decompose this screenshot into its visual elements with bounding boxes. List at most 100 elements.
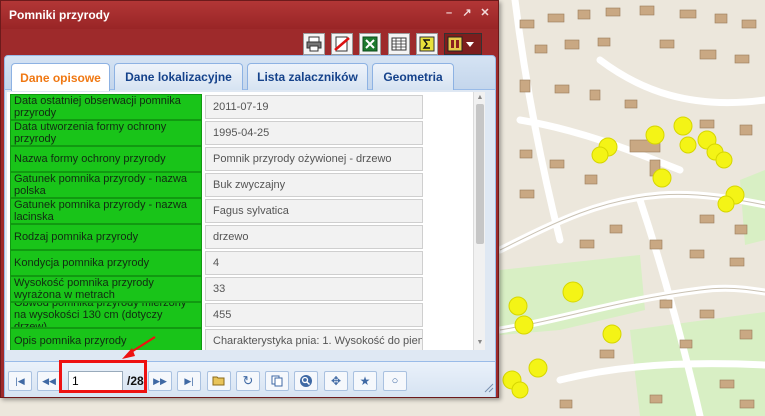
first-page-button[interactable]: |◀ xyxy=(8,371,32,391)
refresh-icon: ↻ xyxy=(242,373,254,388)
scroll-up-icon[interactable]: ▲ xyxy=(476,94,484,102)
attribute-row: Data ostatniej obserwacji pomnika przyro… xyxy=(7,94,471,120)
attribute-label: Gatunek pomnika przyrody - nazwa lacinsk… xyxy=(10,198,202,224)
annotation-arrow-icon xyxy=(122,336,156,359)
attribute-window: Pomniki przyrody – ↗ ✕ Dane opisowe Dane… xyxy=(0,0,499,398)
attribute-row: Obwód pomnika przyrody mierzony na wysok… xyxy=(7,302,471,328)
attribute-label: Data ostatniej obserwacji pomnika przyro… xyxy=(10,94,202,120)
tab-panel: Dane opisowe Dane lokalizacyjne Lista za… xyxy=(4,55,496,397)
copy-button[interactable] xyxy=(265,371,289,391)
attribute-row: Kondycja pomnika przyrody 4 xyxy=(7,250,471,276)
attribute-value[interactable]: Fagus sylvatica xyxy=(205,199,423,223)
tab-label: Lista zalaczników xyxy=(257,70,358,84)
attribute-label: Data utworzenia formy ochrony przyrody xyxy=(10,120,202,146)
attribute-label: Wysokość pomnika przyrody wyrażona w met… xyxy=(10,276,202,302)
scroll-thumb[interactable] xyxy=(476,104,484,244)
attribute-value[interactable]: Pomnik przyrody ożywionej - drzewo xyxy=(205,147,423,171)
map-marker xyxy=(717,195,735,213)
map-marker xyxy=(645,125,665,145)
export-pdf-icon xyxy=(334,36,350,52)
favorite-button[interactable]: ★ xyxy=(353,371,377,391)
print-button[interactable] xyxy=(303,33,325,55)
tab-dane-lokalizacyjne[interactable]: Dane lokalizacyjne xyxy=(114,63,243,90)
zoom-to-icon xyxy=(300,375,312,387)
attribute-row: Gatunek pomnika przyrody - nazwa polska … xyxy=(7,172,471,198)
attribute-label: Rodzaj pomnika przyrody xyxy=(10,224,202,250)
print-icon xyxy=(306,36,322,52)
refresh-button[interactable]: ↻ xyxy=(236,371,260,391)
tab-label: Dane opisowe xyxy=(20,70,101,85)
map-marker xyxy=(562,281,584,303)
map-marker xyxy=(679,136,697,154)
minimize-icon[interactable]: – xyxy=(442,6,456,20)
tab-dane-opisowe[interactable]: Dane opisowe xyxy=(11,63,110,91)
zoom-to-button[interactable] xyxy=(294,371,318,391)
last-page-button[interactable]: ▶| xyxy=(177,371,201,391)
map-marker xyxy=(508,296,528,316)
attribute-row: Rodzaj pomnika przyrody drzewo xyxy=(7,224,471,250)
tab-strip: Dane opisowe Dane lokalizacyjne Lista za… xyxy=(5,56,495,91)
attribute-value[interactable]: Charakterystyka pnia: 1. Wysokość do pie… xyxy=(205,329,423,350)
map-marker xyxy=(652,168,672,188)
restore-icon[interactable]: ↗ xyxy=(460,6,474,20)
sum-button[interactable] xyxy=(416,33,438,55)
scroll-down-icon[interactable]: ▼ xyxy=(476,339,484,347)
sum-icon xyxy=(419,36,435,52)
attribute-value[interactable]: 1995-04-25 xyxy=(205,121,423,145)
map-marker xyxy=(673,116,693,136)
tab-lista-zalacznikow[interactable]: Lista zalaczników xyxy=(247,63,368,90)
attribute-value[interactable]: Buk zwyczajny xyxy=(205,173,423,197)
attribute-label: Opis pomnika przyrody xyxy=(10,328,202,350)
grid-scrollbar[interactable]: ▲ ▼ xyxy=(473,92,485,350)
pan-button[interactable]: ✥ xyxy=(324,371,348,391)
excel-export-button[interactable] xyxy=(359,33,381,55)
attribute-value[interactable]: 455 xyxy=(205,303,423,327)
attribute-label: Gatunek pomnika przyrody - nazwa polska xyxy=(10,172,202,198)
attribute-value[interactable]: 4 xyxy=(205,251,423,275)
tab-label: Geometria xyxy=(383,70,443,84)
attribute-grid[interactable]: Data ostatniej obserwacji pomnika przyro… xyxy=(7,92,485,350)
close-icon[interactable]: ✕ xyxy=(478,6,492,20)
attribute-label: Nazwa formy ochrony przyrody xyxy=(10,146,202,172)
window-titlebar[interactable]: Pomniki przyrody – ↗ ✕ xyxy=(1,1,498,29)
page-number-input[interactable] xyxy=(68,371,123,391)
window-title: Pomniki przyrody xyxy=(9,8,110,22)
circle-select-button[interactable]: ○ xyxy=(383,371,407,391)
map-marker xyxy=(514,315,534,335)
attribute-row: Wysokość pomnika przyrody wyrażona w met… xyxy=(7,276,471,302)
resize-grip-icon[interactable] xyxy=(484,383,494,393)
column-chooser-icon xyxy=(447,36,474,52)
map-marker xyxy=(591,146,609,164)
map-marker xyxy=(715,151,733,169)
attribute-row: Opis pomnika przyrody Charakterystyka pn… xyxy=(7,328,471,350)
attribute-value[interactable]: 33 xyxy=(205,277,423,301)
first-page-icon: |◀ xyxy=(15,375,25,386)
attribute-row: Data utworzenia formy ochrony przyrody 1… xyxy=(7,120,471,146)
attribute-row: Gatunek pomnika przyrody - nazwa lacinsk… xyxy=(7,198,471,224)
page-total: /28 xyxy=(127,374,144,388)
favorite-star-icon: ★ xyxy=(359,374,371,388)
circle-select-icon: ○ xyxy=(391,375,399,387)
attribute-value[interactable]: drzewo xyxy=(205,225,423,249)
open-folder-icon xyxy=(212,376,225,386)
prev-page-button[interactable]: ◀◀ xyxy=(37,371,61,391)
tab-label: Dane lokalizacyjne xyxy=(125,70,232,84)
map-marker xyxy=(602,324,622,344)
table-view-button[interactable] xyxy=(388,33,410,55)
tab-geometria[interactable]: Geometria xyxy=(372,63,454,90)
next-page-button[interactable]: ▶▶ xyxy=(148,371,172,391)
next-page-icon: ▶▶ xyxy=(153,375,167,386)
excel-export-icon xyxy=(362,36,378,52)
last-page-icon: ▶| xyxy=(184,375,194,386)
table-view-icon xyxy=(391,37,407,51)
attribute-label: Kondycja pomnika przyrody xyxy=(10,250,202,276)
open-folder-button[interactable] xyxy=(207,371,231,391)
export-pdf-button[interactable] xyxy=(331,33,353,55)
attribute-row: Nazwa formy ochrony przyrody Pomnik przy… xyxy=(7,146,471,172)
paging-toolbar: |◀ ◀◀ /28 ▶▶ ▶| ↻ xyxy=(5,361,495,397)
attribute-value[interactable]: 2011-07-19 xyxy=(205,95,423,119)
copy-icon xyxy=(271,375,283,387)
column-chooser-button[interactable] xyxy=(444,33,482,55)
pan-icon: ✥ xyxy=(330,374,342,388)
map-marker xyxy=(511,381,529,399)
